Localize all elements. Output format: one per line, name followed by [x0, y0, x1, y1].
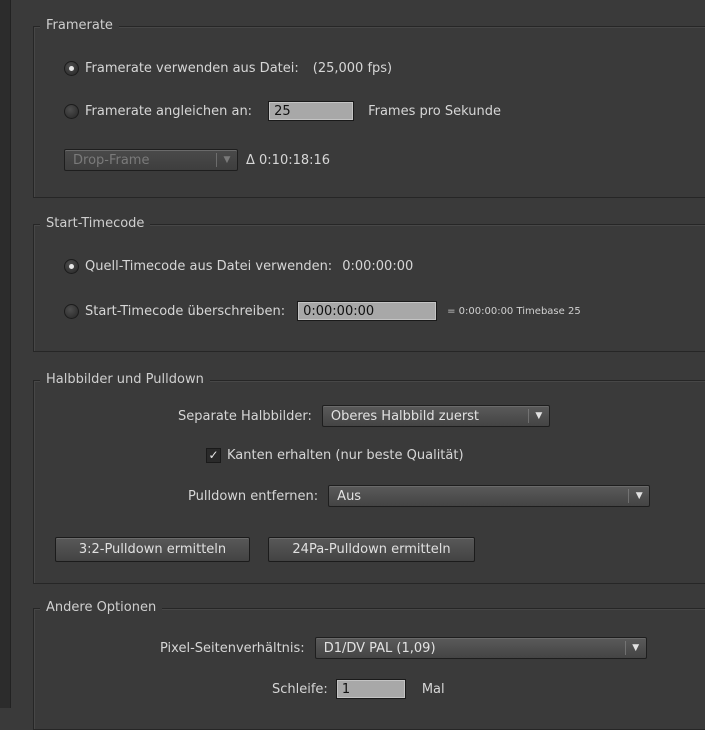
- select-divider: [624, 641, 626, 655]
- chevron-down-icon: ▼: [635, 491, 643, 501]
- detect-24pa-pulldown-button[interactable]: 24Pa-Pulldown ermitteln: [268, 537, 475, 562]
- preserve-edges-option[interactable]: ✓ Kanten erhalten (nur beste Qualität): [206, 448, 464, 463]
- other-options-legend: Andere Optionen: [40, 600, 163, 615]
- other-options-group: Andere Optionen Pixel-Seitenverhältnis: …: [33, 600, 705, 730]
- file-framerate-value: (25,000 fps): [312, 61, 393, 76]
- fields-legend: Halbbilder und Pulldown: [40, 372, 210, 387]
- pixel-aspect-select[interactable]: D1/DV PAL (1,09) ▼: [314, 637, 647, 659]
- framerate-group: Framerate Framerate verwenden aus Datei:…: [33, 18, 705, 198]
- detect-32-pulldown-button[interactable]: 3:2-Pulldown ermitteln: [55, 537, 250, 562]
- conform-framerate-input[interactable]: 25: [268, 101, 355, 121]
- pulldown-value: Aus: [337, 488, 362, 504]
- radio-unselected-icon[interactable]: [64, 103, 79, 119]
- timecode-legend: Start-Timecode: [40, 216, 151, 231]
- timecode-result: = 0:00:00:00 Timebase 25: [447, 305, 581, 317]
- source-timecode-option[interactable]: Quell-Timecode aus Datei verwenden: 0:00…: [64, 259, 413, 274]
- use-file-label: Framerate verwenden aus Datei:: [85, 61, 299, 76]
- radio-selected-icon[interactable]: [64, 259, 79, 274]
- pixel-aspect-value: D1/DV PAL (1,09): [323, 640, 436, 656]
- pulldown-select[interactable]: Aus ▼: [328, 485, 651, 507]
- conform-framerate-option[interactable]: Framerate angleichen an: 25 Frames pro S…: [64, 101, 501, 121]
- override-timecode-input[interactable]: 0:00:00:00: [297, 301, 438, 321]
- loop-label: Schleife:: [272, 681, 328, 697]
- separate-fields-select[interactable]: Oberes Halbbild zuerst ▼: [321, 405, 550, 427]
- framerate-legend: Framerate: [40, 18, 119, 33]
- chevron-down-icon: ▼: [535, 411, 543, 421]
- separate-fields-value: Oberes Halbbild zuerst: [330, 408, 480, 424]
- conform-label: Framerate angleichen an:: [85, 103, 253, 119]
- override-timecode-label: Start-Timecode überschreiben:: [85, 303, 286, 319]
- dropframe-value: Drop-Frame: [73, 152, 150, 168]
- select-divider: [527, 409, 529, 423]
- loop-count-input[interactable]: 1: [335, 679, 406, 699]
- preserve-edges-label: Kanten erhalten (nur beste Qualität): [227, 448, 464, 463]
- use-file-framerate-option[interactable]: Framerate verwenden aus Datei: (25,000 f…: [64, 61, 392, 76]
- conform-unit-label: Frames pro Sekunde: [368, 103, 501, 119]
- pixel-aspect-label: Pixel-Seitenverhältnis:: [160, 640, 305, 656]
- override-timecode-option[interactable]: Start-Timecode überschreiben: 0:00:00:00…: [64, 301, 581, 321]
- chevron-down-icon: ▼: [632, 643, 640, 653]
- dropframe-select[interactable]: Drop-Frame ▼: [64, 149, 238, 171]
- radio-unselected-icon[interactable]: [64, 303, 79, 319]
- pulldown-label: Pulldown entfernen:: [188, 488, 319, 504]
- checkbox-checked-icon[interactable]: ✓: [206, 448, 221, 463]
- chevron-down-icon: ▼: [223, 155, 231, 165]
- fields-pulldown-group: Halbbilder und Pulldown Separate Halbbil…: [33, 372, 705, 584]
- select-divider: [628, 489, 630, 503]
- source-timecode-label: Quell-Timecode aus Datei verwenden:: [85, 259, 333, 274]
- delta-timecode: Δ 0:10:18:16: [246, 152, 331, 168]
- source-timecode-value: 0:00:00:00: [342, 259, 414, 274]
- separate-fields-label: Separate Halbbilder:: [178, 408, 312, 424]
- left-edge: [0, 0, 11, 708]
- radio-selected-icon[interactable]: [64, 61, 79, 76]
- loop-unit-label: Mal: [421, 681, 445, 697]
- select-divider: [216, 153, 217, 167]
- timecode-group: Start-Timecode Quell-Timecode aus Datei …: [33, 216, 705, 352]
